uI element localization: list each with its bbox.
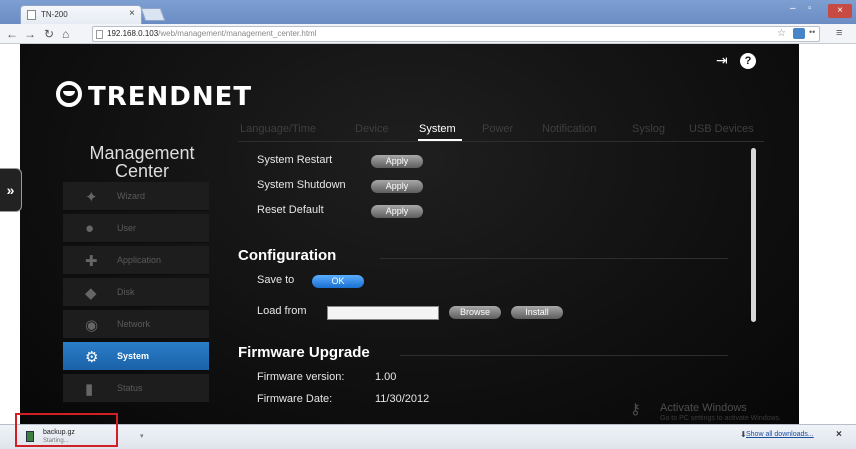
- minimize-button[interactable]: –: [790, 3, 796, 14]
- trendnet-logo-icon: [56, 81, 82, 107]
- firmware-date-label: Firmware Date:: [257, 393, 333, 405]
- tabs-divider: [238, 141, 764, 142]
- configuration-heading: Configuration: [238, 247, 337, 264]
- sidebar-item-wizard[interactable]: ✦ Wizard: [63, 182, 209, 211]
- nav-title-line2: Center: [114, 161, 170, 181]
- disk-icon: ◆: [85, 285, 97, 302]
- tab-title: TN-200: [41, 10, 68, 19]
- browser-window: TN-200 × – ▫ × ← → ↻ ⌂ 192.168.0.103/web…: [0, 0, 856, 449]
- sidebar-item-label: Status: [117, 383, 143, 393]
- firmware-upgrade-heading: Firmware Upgrade: [238, 344, 370, 361]
- sidebar-item-network[interactable]: ◉ Network: [63, 310, 209, 339]
- tab-usb-devices[interactable]: USB Devices: [689, 123, 754, 135]
- configuration-divider: [380, 258, 728, 259]
- key-icon: ⚷: [630, 401, 641, 418]
- nav-title-line1: Management: [89, 143, 195, 163]
- activate-windows-subtext: Go to PC settings to activate Windows.: [660, 415, 781, 422]
- firmware-divider: [400, 355, 728, 356]
- download-bar: backup.gz Starting... ▾: [0, 424, 856, 449]
- firmware-version-value: 1.00: [375, 371, 397, 383]
- tab-syslog[interactable]: Syslog: [632, 123, 665, 135]
- sidebar-expand-button[interactable]: »: [0, 168, 22, 212]
- page-favicon-icon: [27, 10, 36, 20]
- chrome-menu-icon[interactable]: ≡: [836, 27, 842, 39]
- sidebar-item-user[interactable]: ● User: [63, 214, 209, 243]
- content-scrollbar[interactable]: [751, 148, 756, 322]
- url-host: 192.168.0.103: [107, 29, 159, 38]
- status-bars-icon: ▮: [85, 381, 94, 398]
- sidebar-item-label: Wizard: [117, 191, 146, 201]
- window-close-button[interactable]: ×: [828, 4, 852, 18]
- wand-icon: ✦: [85, 189, 98, 206]
- tab-notification[interactable]: Notification: [542, 123, 596, 135]
- translate-icon[interactable]: [793, 28, 805, 39]
- gears-icon: ⚙: [85, 349, 99, 366]
- browser-tab[interactable]: TN-200 ×: [20, 5, 142, 24]
- system-shutdown-label: System Shutdown: [257, 179, 346, 191]
- load-file-input[interactable]: [327, 306, 439, 320]
- sidebar-item-system[interactable]: ⚙ System: [63, 342, 209, 371]
- maximize-button[interactable]: ▫: [808, 3, 812, 14]
- reset-default-label: Reset Default: [257, 204, 324, 216]
- sidebar-item-label: Application: [117, 255, 162, 265]
- active-tab-indicator: [418, 139, 462, 141]
- tab-power[interactable]: Power: [482, 123, 513, 135]
- home-icon[interactable]: ⌂: [62, 27, 69, 41]
- show-all-downloads-link[interactable]: Show all downloads...: [746, 431, 814, 438]
- management-page: ⇥ ? TRENDNET Management Center ✦ Wizard …: [20, 44, 799, 424]
- browser-toolbar: ← → ↻ ⌂ 192.168.0.103/web/management/man…: [0, 24, 856, 44]
- tab-system[interactable]: System: [419, 123, 456, 135]
- firmware-version-label: Firmware version:: [257, 371, 345, 383]
- sidebar-item-disk[interactable]: ◆ Disk: [63, 278, 209, 307]
- reset-default-apply-button[interactable]: Apply: [371, 205, 423, 218]
- url-path: /web/management/management_center.html: [158, 29, 317, 38]
- download-highlight-box: [15, 413, 118, 447]
- puzzle-icon: ✚: [85, 253, 98, 270]
- forward-arrow-icon[interactable]: →: [24, 27, 36, 41]
- sidebar-item-label: User: [117, 223, 137, 233]
- sidebar-item-label: System: [117, 351, 150, 361]
- reload-icon[interactable]: ↻: [44, 27, 54, 41]
- page-margin-left: [0, 44, 20, 424]
- sidebar-item-status[interactable]: ▮ Status: [63, 374, 209, 403]
- url-text[interactable]: 192.168.0.103/web/management/management_…: [107, 29, 316, 38]
- new-tab-button[interactable]: [140, 8, 166, 21]
- tab-device[interactable]: Device: [355, 123, 389, 135]
- firmware-date-value: 11/30/2012: [375, 393, 430, 405]
- network-icon: ◉: [85, 317, 99, 334]
- logout-icon[interactable]: ⇥: [716, 52, 728, 69]
- install-button[interactable]: Install: [511, 306, 563, 319]
- save-to-label: Save to: [257, 274, 295, 286]
- system-restart-apply-button[interactable]: Apply: [371, 155, 423, 168]
- bookmark-star-icon[interactable]: ☆: [777, 28, 786, 39]
- load-from-label: Load from: [257, 305, 307, 317]
- chevron-down-icon[interactable]: ▾: [140, 432, 144, 440]
- tab-language-time[interactable]: Language/Time: [240, 123, 316, 135]
- download-bar-close-icon[interactable]: ×: [836, 429, 842, 440]
- page-margin-right: [799, 44, 856, 424]
- sidebar-item-label: Network: [117, 319, 151, 329]
- activate-windows-watermark: Activate Windows: [660, 402, 747, 414]
- user-icon: ●: [85, 220, 95, 237]
- browse-button[interactable]: Browse: [449, 306, 501, 319]
- sidebar-item-application[interactable]: ✚ Application: [63, 246, 209, 275]
- system-restart-label: System Restart: [257, 154, 333, 166]
- nav-title: Management Center: [72, 144, 212, 180]
- system-shutdown-apply-button[interactable]: Apply: [371, 180, 423, 193]
- back-arrow-icon[interactable]: ←: [6, 27, 18, 41]
- extension-icon[interactable]: ••: [809, 27, 815, 37]
- sidebar-item-label: Disk: [117, 287, 135, 297]
- address-bar[interactable]: 192.168.0.103/web/management/management_…: [92, 26, 820, 42]
- brand-logo: TRENDNET: [88, 82, 253, 112]
- help-icon[interactable]: ?: [740, 53, 756, 69]
- save-ok-button[interactable]: OK: [312, 275, 364, 288]
- page-icon: [96, 30, 103, 39]
- tab-close-icon[interactable]: ×: [129, 8, 135, 19]
